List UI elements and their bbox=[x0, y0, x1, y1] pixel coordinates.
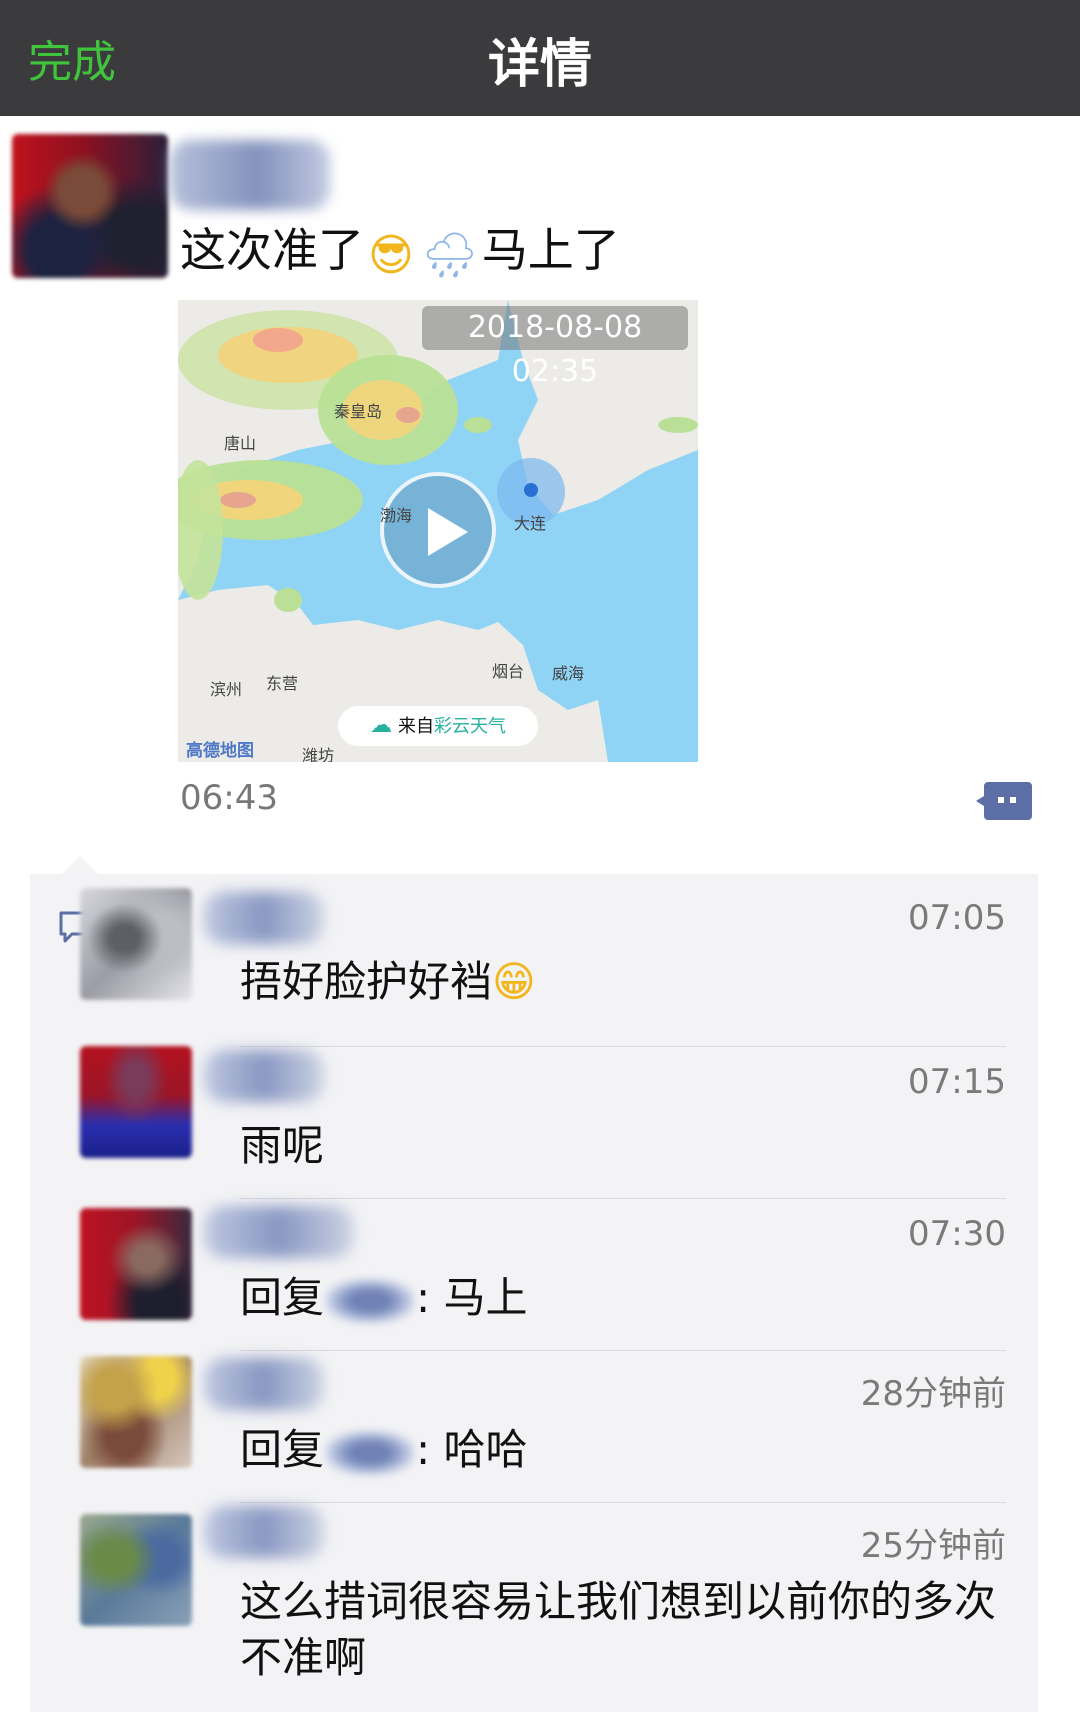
commenter-avatar[interactable] bbox=[80, 1208, 192, 1320]
weather-radar-video[interactable]: 2018-08-08 02:35 秦皇岛 唐山 渤海 大连 烟台 威海 滨州 东… bbox=[178, 300, 698, 762]
divider bbox=[240, 1046, 1006, 1047]
post-text-main: 这次准了 bbox=[180, 223, 364, 277]
post-text: 这次准了😎 🌧马上了 bbox=[180, 214, 620, 281]
comment-box-arrow bbox=[62, 856, 98, 874]
map-label: 大连 bbox=[514, 514, 547, 533]
map-label: 潍坊 bbox=[302, 746, 335, 762]
rain-cloud-emoji-icon: 🌧 bbox=[421, 230, 478, 281]
post-time: 06:43 bbox=[180, 778, 278, 818]
commenter-name-blurred[interactable] bbox=[204, 1358, 324, 1410]
source-brand: 彩云天气 bbox=[434, 716, 506, 737]
reply-prefix: 回复 bbox=[240, 1425, 325, 1474]
comment-time: 25分钟前 bbox=[860, 1526, 1006, 1566]
commenter-avatar[interactable] bbox=[80, 1046, 192, 1158]
map-label: 秦皇岛 bbox=[334, 402, 383, 421]
nav-bar: 完成 详情 bbox=[0, 0, 1080, 116]
caiyun-cloud-icon: ☁ bbox=[370, 713, 392, 738]
poster-avatar[interactable] bbox=[12, 134, 168, 278]
map-label: 威海 bbox=[552, 664, 585, 683]
page-title: 详情 bbox=[487, 35, 592, 95]
reply-prefix: 回复 bbox=[240, 1273, 325, 1322]
divider bbox=[240, 1198, 1006, 1199]
comment-text[interactable]: 回复 : 马上 bbox=[240, 1270, 1020, 1326]
commenter-avatar[interactable] bbox=[80, 1356, 192, 1468]
poster-name-blurred[interactable] bbox=[170, 140, 330, 210]
map-label: 东营 bbox=[266, 674, 299, 693]
comment-time: 07:15 bbox=[908, 1062, 1006, 1102]
play-icon[interactable] bbox=[380, 472, 496, 588]
commenter-name-blurred[interactable] bbox=[204, 1206, 354, 1258]
comment-text[interactable]: 捂好脸护好裆😁 bbox=[240, 954, 1020, 1010]
comment-text[interactable]: 雨呢 bbox=[240, 1118, 1020, 1174]
map-provider-logo: 高德地图 bbox=[186, 741, 254, 761]
sunglasses-emoji-icon: 😎 bbox=[368, 230, 414, 281]
commenter-name-blurred[interactable] bbox=[204, 1050, 324, 1102]
divider bbox=[240, 1350, 1006, 1351]
comment-time: 28分钟前 bbox=[860, 1374, 1006, 1414]
video-timestamp: 2018-08-08 02:35 bbox=[422, 306, 688, 389]
map-label: 烟台 bbox=[492, 662, 525, 681]
commenter-avatar[interactable] bbox=[80, 1514, 192, 1626]
reply-suffix: : 马上 bbox=[416, 1273, 528, 1322]
grin-emoji-icon: 😁 bbox=[492, 957, 536, 1006]
reply-suffix: : 哈哈 bbox=[416, 1425, 528, 1474]
reply-target-blurred[interactable] bbox=[326, 1430, 415, 1475]
map-label: 唐山 bbox=[224, 434, 257, 453]
comment-text[interactable]: 回复 : 哈哈 bbox=[240, 1422, 1020, 1478]
map-label: 滨州 bbox=[210, 680, 243, 699]
comment-time: 07:05 bbox=[908, 898, 1006, 938]
post-text-tail: 马上了 bbox=[481, 223, 620, 277]
comment-time: 07:30 bbox=[908, 1214, 1006, 1254]
source-prefix: 来自 bbox=[398, 716, 434, 737]
commenter-name-blurred[interactable] bbox=[204, 1506, 324, 1558]
comment-text-main: 捂好脸护好裆 bbox=[240, 957, 493, 1006]
comment-text[interactable]: 这么措词很容易让我们想到以前你的多次不准啊 bbox=[240, 1574, 1000, 1686]
commenter-avatar[interactable] bbox=[80, 888, 192, 1000]
source-badge: ☁ 来自彩云天气 bbox=[338, 706, 538, 746]
reply-target-blurred[interactable] bbox=[326, 1278, 415, 1323]
divider bbox=[240, 1502, 1006, 1503]
map-label: 渤海 bbox=[380, 506, 413, 525]
commenter-name-blurred[interactable] bbox=[204, 892, 324, 944]
comment-more-icon[interactable] bbox=[976, 780, 1032, 822]
